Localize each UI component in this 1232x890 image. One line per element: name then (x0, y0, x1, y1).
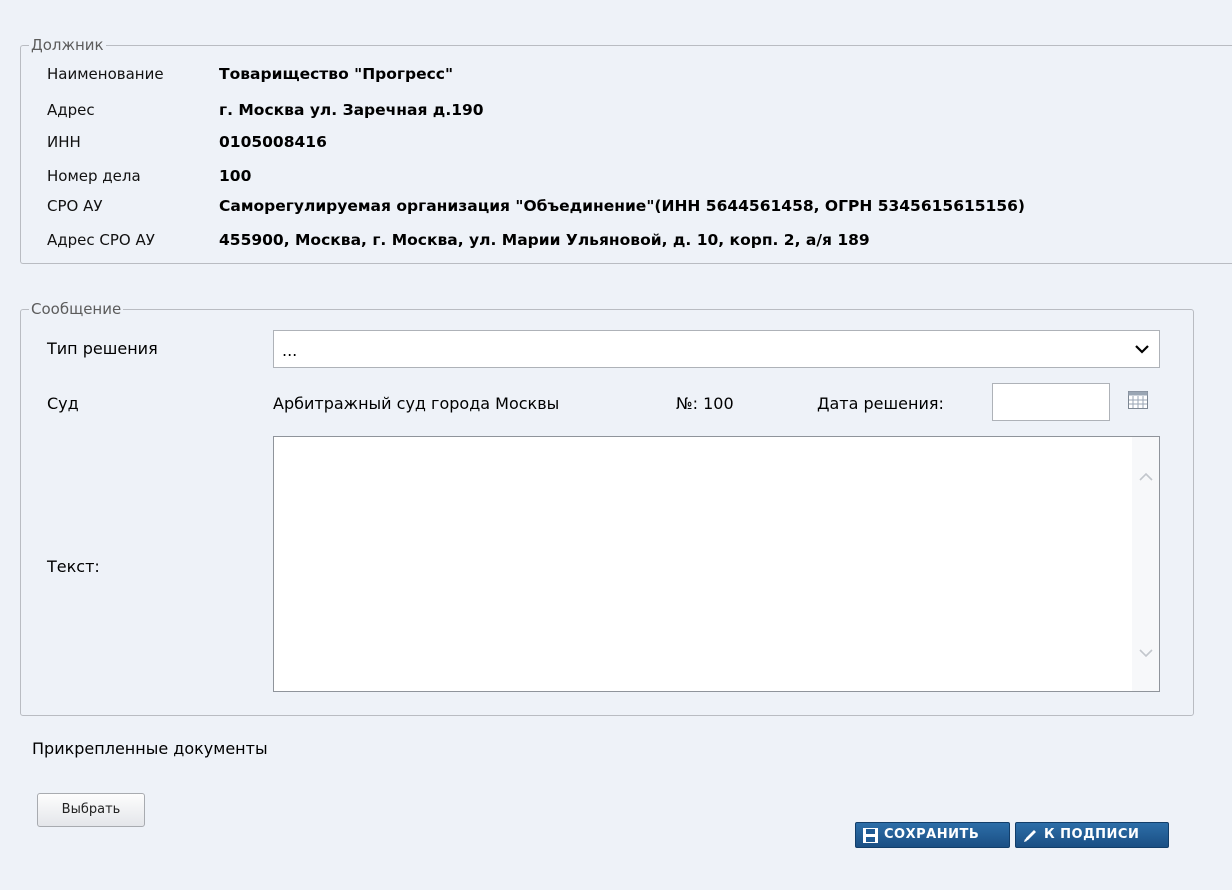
debtor-inn-label: ИНН (47, 133, 81, 151)
debtor-name-value: Товарищество "Прогресс" (219, 65, 454, 83)
debtor-sro-address-value: 455900, Москва, г. Москва, ул. Марии Уль… (219, 231, 870, 249)
floppy-disk-icon (863, 828, 878, 843)
decision-date-label: Дата решения: (817, 394, 944, 413)
debtor-sro-address-label: Адрес СРО АУ (47, 231, 155, 249)
debtor-case-number-label: Номер дела (47, 167, 141, 185)
scroll-down-icon[interactable] (1138, 647, 1154, 659)
scroll-up-icon[interactable] (1138, 471, 1154, 483)
court-label: Суд (47, 394, 79, 413)
to-sign-button[interactable]: К ПОДПИСИ (1015, 822, 1169, 848)
debtor-row-case-number: Номер дела 100 (47, 164, 251, 188)
debtor-row-sro: СРО АУ Саморегулируемая организация "Объе… (47, 194, 1025, 218)
debtor-row-sro-address: Адрес СРО АУ 455900, Москва, г. Москва, у… (47, 228, 870, 252)
debtor-sro-label: СРО АУ (47, 197, 103, 215)
choose-file-button[interactable]: Выбрать (37, 793, 145, 827)
debtor-row-name: Наименование Товарищество "Прогресс" (47, 62, 453, 86)
debtor-sro-value: Саморегулируемая организация "Объединени… (219, 197, 1025, 215)
debtor-legend: Должник (31, 36, 104, 54)
court-name: Арбитражный суд города Москвы (273, 394, 560, 413)
debtor-inn-value: 0105008416 (219, 133, 327, 151)
save-button[interactable]: СОХРАНИТЬ (855, 822, 1010, 848)
debtor-case-number-value: 100 (219, 167, 252, 185)
debtor-row-inn: ИНН 0105008416 (47, 130, 327, 154)
case-number: №: 100 (676, 394, 734, 413)
textarea-scrollbar[interactable] (1132, 437, 1159, 691)
save-button-label: СОХРАНИТЬ (884, 827, 980, 842)
debtor-name-label: Наименование (47, 65, 164, 83)
debtor-address-value: г. Москва ул. Заречная д.190 (219, 101, 484, 119)
decision-type-value: ... (282, 341, 298, 360)
decision-type-select[interactable]: ... (273, 330, 1160, 368)
pencil-icon (1024, 830, 1036, 842)
message-legend: Сообщение (31, 300, 122, 318)
attachments-title: Прикрепленные документы (32, 739, 268, 758)
to-sign-button-label: К ПОДПИСИ (1044, 827, 1140, 842)
decision-date-input[interactable] (992, 383, 1110, 421)
decision-type-label: Тип решения (47, 339, 158, 358)
debtor-row-address: Адрес г. Москва ул. Заречная д.190 (47, 98, 484, 122)
message-textarea[interactable] (273, 436, 1160, 692)
calendar-icon[interactable] (1128, 391, 1148, 409)
debtor-address-label: Адрес (47, 101, 95, 119)
text-label: Текст: (47, 557, 100, 576)
chevron-down-icon (1135, 345, 1149, 354)
